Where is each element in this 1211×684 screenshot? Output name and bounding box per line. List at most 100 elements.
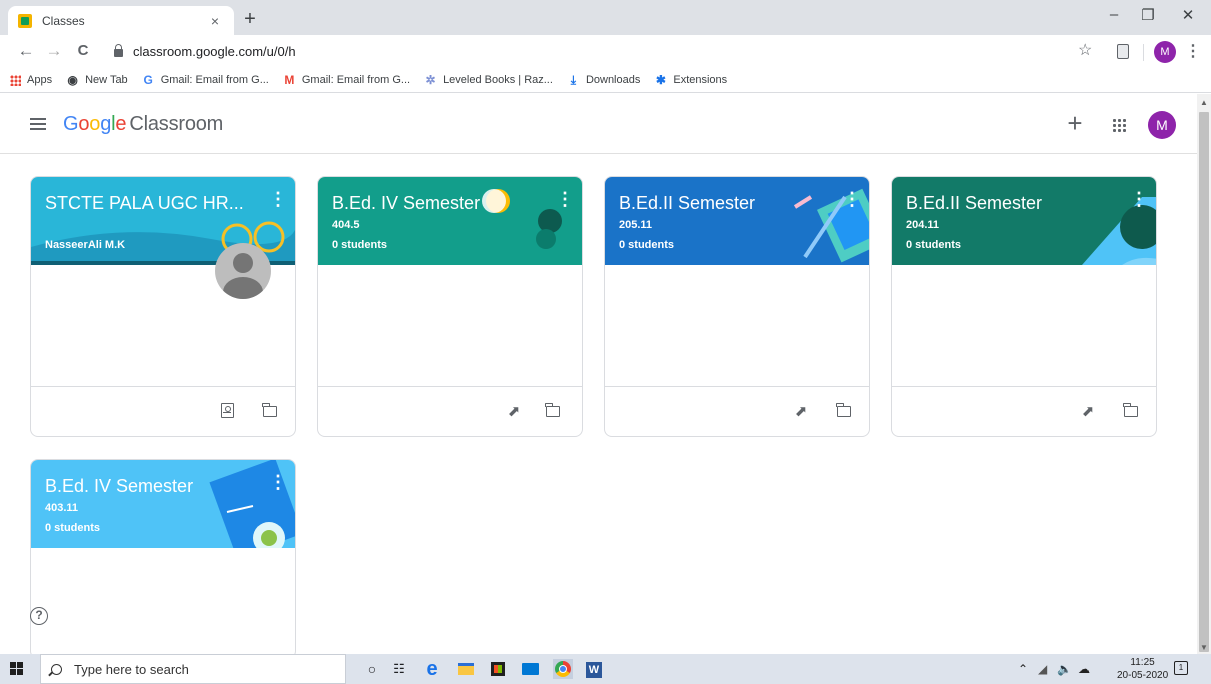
class-card-footer: ⬈ [318, 386, 582, 436]
page-scrollbar[interactable]: ▲ ▼ [1197, 94, 1211, 654]
class-options-icon[interactable]: ⋮ [556, 189, 574, 209]
app-header: G o o g l e Classroom + M [0, 94, 1197, 154]
main-menu-icon[interactable] [30, 118, 46, 130]
bookmark-extensions[interactable]: ✱ Extensions [654, 72, 728, 87]
class-card-header[interactable]: B.Ed. IV Semester 403.11 0 students ⋮ [31, 460, 295, 548]
class-card-header[interactable]: B.Ed.II Semester 205.11 0 students ⋮ [605, 177, 869, 265]
reading-list-icon[interactable] [1117, 44, 1129, 59]
class-title[interactable]: B.Ed. IV Semester [332, 193, 480, 214]
class-title[interactable]: B.Ed. IV Semester [45, 476, 193, 497]
class-card[interactable]: B.Ed. IV Semester 404.5 0 students ⋮ ⬈ [317, 176, 583, 437]
task-view-icon[interactable]: ☷ [389, 659, 409, 679]
lock-icon [114, 44, 123, 57]
logo-letter: g [100, 113, 112, 135]
folder-icon[interactable] [545, 403, 560, 417]
apps-grid-icon [10, 74, 21, 86]
trending-icon[interactable]: ⬈ [1078, 402, 1098, 422]
class-title[interactable]: B.Ed.II Semester [906, 193, 1042, 214]
tab-close-icon[interactable]: × [206, 13, 224, 29]
bookmark-gmail[interactable]: M Gmail: Email from G... [283, 73, 411, 87]
close-window-button[interactable]: ✕ [1170, 6, 1206, 24]
class-title[interactable]: STCTE PALA UGC HR... [45, 193, 244, 214]
store-icon[interactable] [488, 659, 508, 679]
raz-icon: ✲ [425, 72, 436, 87]
address-bar[interactable]: classroom.google.com/u/0/h [104, 39, 1146, 64]
browser-menu-icon[interactable]: ⋮ [1185, 41, 1201, 61]
folder-icon[interactable] [836, 403, 851, 417]
bookmark-downloads[interactable]: ⤓ Downloads [567, 73, 641, 87]
chrome-icon[interactable] [553, 659, 573, 679]
tab-classes[interactable]: Classes × [8, 6, 234, 35]
class-card[interactable]: B.Ed.II Semester 204.11 0 students ⋮ ⬈ [891, 176, 1157, 437]
system-clock[interactable]: 11:25 20-05-2020 [1117, 656, 1168, 682]
help-icon[interactable]: ? [30, 607, 48, 625]
browser-toolbar: ← → C classroom.google.com/u/0/h ☆ M ⋮ [0, 35, 1211, 68]
puzzle-icon: ✱ [655, 72, 666, 87]
class-section: 403.11 [45, 502, 79, 514]
class-title[interactable]: B.Ed.II Semester [619, 193, 755, 214]
show-hidden-icons[interactable]: ⌃ [1018, 662, 1028, 676]
cortana-icon[interactable]: ○ [362, 659, 382, 679]
class-card-header[interactable]: B.Ed. IV Semester 404.5 0 students ⋮ [318, 177, 582, 265]
reload-button[interactable]: C [73, 42, 93, 60]
owner-photo-avatar [215, 243, 271, 299]
class-options-icon[interactable]: ⋮ [269, 189, 287, 209]
onedrive-icon[interactable]: ☁ [1078, 662, 1090, 676]
folder-icon[interactable] [262, 403, 277, 417]
file-explorer-icon[interactable] [456, 659, 476, 679]
tab-title: Classes [42, 13, 85, 28]
class-card[interactable]: B.Ed.II Semester 205.11 0 students ⋮ ⬈ [604, 176, 870, 437]
bookmark-leveled-books[interactable]: ✲ Leveled Books | Raz... [424, 72, 553, 87]
class-options-icon[interactable]: ⋮ [269, 472, 287, 492]
back-button[interactable]: ← [16, 42, 36, 60]
google-classroom-logo[interactable]: G o o g l e Classroom [63, 113, 223, 136]
network-icon[interactable]: ◢ [1038, 662, 1047, 676]
logo-letter: o [78, 113, 90, 135]
toolbar-divider [1143, 44, 1144, 61]
classroom-favicon-icon [18, 13, 32, 28]
account-avatar[interactable]: M [1148, 111, 1176, 139]
classroom-page: G o o g l e Classroom + M STCTE PALA UGC… [0, 94, 1197, 654]
windows-start-icon[interactable] [10, 662, 24, 676]
bookmark-label: Gmail: Email from G... [301, 74, 411, 86]
trending-icon[interactable]: ⬈ [791, 402, 811, 422]
forward-button[interactable]: → [44, 42, 64, 60]
windows-taskbar: Type here to search ○ ☷ e W ⌃ ◢ 🔈 ☁ 11:2… [0, 654, 1211, 684]
mail-icon[interactable] [520, 659, 540, 679]
folder-icon[interactable] [1123, 403, 1138, 417]
new-tab-button[interactable]: + [238, 9, 262, 29]
bookmark-label: Leveled Books | Raz... [443, 74, 553, 86]
word-icon[interactable]: W [584, 659, 604, 679]
bookmark-new-tab[interactable]: ◉ New Tab [66, 73, 127, 87]
scroll-down-icon[interactable]: ▼ [1200, 643, 1208, 652]
bookmark-gmail-google[interactable]: G Gmail: Email from G... [142, 73, 269, 87]
class-options-icon[interactable]: ⋮ [1130, 189, 1148, 209]
taskbar-search-input[interactable]: Type here to search [40, 654, 346, 684]
edge-icon[interactable]: e [422, 659, 442, 679]
student-work-icon[interactable] [221, 403, 234, 418]
scroll-thumb[interactable] [1199, 112, 1209, 652]
scroll-up-icon[interactable]: ▲ [1200, 98, 1208, 107]
bookmark-label: Extensions [673, 74, 728, 86]
class-card-footer: ⬈ [892, 386, 1156, 436]
bookmark-star-icon[interactable]: ☆ [1078, 40, 1092, 60]
trending-icon[interactable]: ⬈ [504, 402, 524, 422]
class-options-icon[interactable]: ⋮ [843, 189, 861, 209]
notification-center-icon[interactable]: 1 [1174, 661, 1188, 675]
bookmark-apps[interactable]: Apps [10, 74, 52, 86]
class-card[interactable]: STCTE PALA UGC HR... NasseerAli M.K ⋮ [30, 176, 296, 437]
browser-tabstrip: Classes × + – ❐ ✕ [0, 0, 1211, 35]
google-apps-icon[interactable] [1112, 118, 1126, 132]
volume-icon[interactable]: 🔈 [1057, 662, 1072, 676]
bookmark-label: Gmail: Email from G... [160, 74, 269, 86]
class-section: 404.5 [332, 219, 360, 231]
create-join-class-button[interactable]: + [1063, 110, 1087, 136]
minimize-button[interactable]: – [1096, 6, 1132, 23]
clock-time: 11:25 [1130, 657, 1155, 668]
restore-button[interactable]: ❐ [1130, 6, 1166, 24]
profile-avatar[interactable]: M [1154, 41, 1176, 63]
class-card[interactable]: B.Ed. IV Semester 403.11 0 students ⋮ [30, 459, 296, 654]
clock-date: 20-05-2020 [1117, 670, 1169, 681]
bookmarks-bar: Apps ◉ New Tab G Gmail: Email from G... … [0, 68, 1211, 93]
class-card-header[interactable]: B.Ed.II Semester 204.11 0 students ⋮ [892, 177, 1156, 265]
